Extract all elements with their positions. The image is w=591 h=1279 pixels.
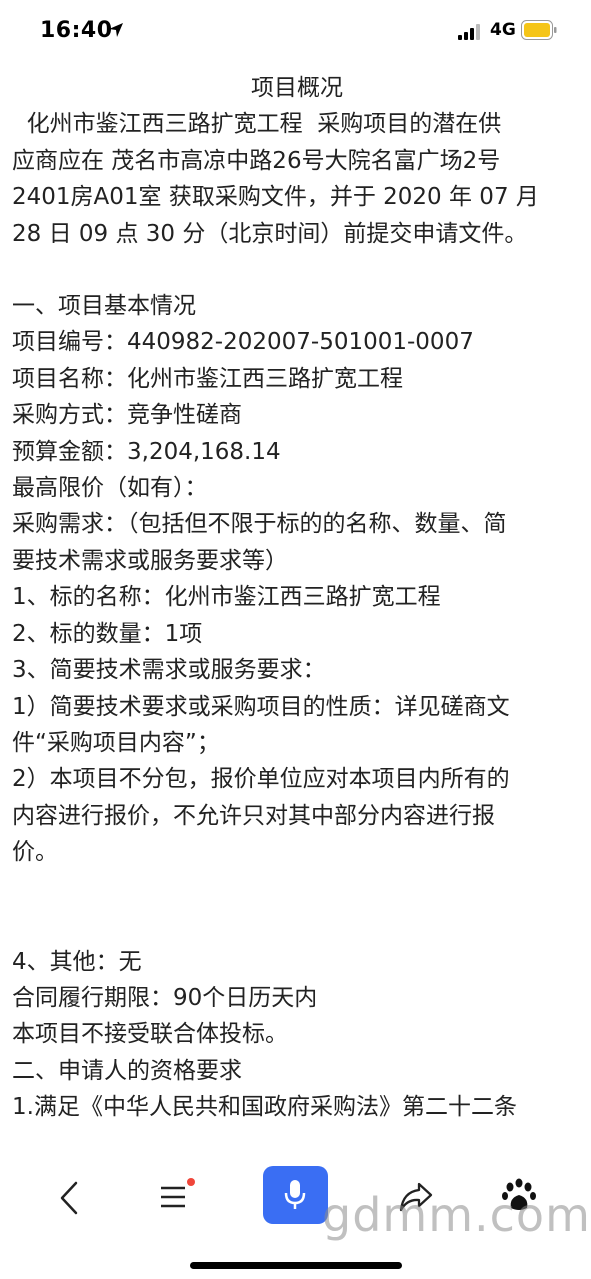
contract-period: 合同履行期限：90个日历天内	[12, 984, 318, 1011]
text-line: 1）简要技术要求或采购项目的性质：详见磋商文	[12, 693, 510, 720]
section-heading: 一、项目基本情况	[12, 293, 196, 320]
text-line: 2401房A01室 获取采购文件，并于 2020 年 07 月	[12, 184, 539, 211]
status-bar: 16:40 4G	[0, 0, 591, 64]
text-line: 4、其他：无	[12, 948, 142, 975]
page-title: 项目概况	[251, 75, 343, 101]
intro-paragraph: 化州市鉴江西三路扩宽工程 采购项目的潜在供 应商应在 茂名市高凉中路26号大院名…	[12, 106, 582, 252]
location-arrow-icon	[109, 23, 123, 37]
home-indicator	[190, 1262, 402, 1269]
section-other: 4、其他：无 合同履行期限：90个日历天内 本项目不接受联合体投标。 二、申请人…	[12, 944, 582, 1126]
text-line: 2、标的数量：1项	[12, 620, 203, 647]
article-content: 项目概况 化州市鉴江西三路扩宽工程 采购项目的潜在供 应商应在 茂名市高凉中路2…	[12, 70, 582, 1126]
text-line: 本项目不接受联合体投标。	[12, 1021, 288, 1048]
text-line: 化州市鉴江西三路扩宽工程 采购项目的潜在供	[12, 111, 502, 138]
text-line: 28 日 09 点 30 分（北京时间）前提交申请文件。	[12, 220, 528, 247]
text-line: 3、简要技术需求或服务要求：	[12, 657, 326, 684]
back-icon[interactable]	[56, 1180, 82, 1216]
text-line: 2）本项目不分包，报价单位应对本项目内所有的	[12, 766, 510, 793]
voice-button[interactable]	[263, 1166, 328, 1224]
text-line: 采购需求：（包括但不限于标的的名称、数量、简	[12, 511, 507, 538]
cellular-signal-icon	[458, 24, 480, 40]
project-name: 项目名称：化州市鉴江西三路扩宽工程	[12, 365, 403, 392]
text-line: 价。	[12, 839, 58, 866]
battery-icon	[521, 20, 557, 40]
text-line: 内容进行报价，不允许只对其中部分内容进行报	[12, 802, 495, 829]
procurement-method: 采购方式：竞争性磋商	[12, 402, 242, 429]
text-line: 件“采购项目内容”；	[12, 729, 220, 756]
section-heading: 二、申请人的资格要求	[12, 1057, 242, 1084]
text-line: 应商应在 茂名市高凉中路26号大院名富广场2号	[12, 147, 501, 174]
max-price: 最高限价（如有）：	[12, 475, 208, 502]
microphone-icon	[284, 1180, 306, 1209]
project-number: 项目编号：440982-202007-501001-0007	[12, 329, 474, 356]
notification-dot	[187, 1178, 195, 1186]
text-line: 1、标的名称：化州市鉴江西三路扩宽工程	[12, 584, 441, 611]
status-time: 16:40	[40, 18, 113, 43]
text-line: 1.满足《中华人民共和国政府采购法》第二十二条	[12, 1094, 517, 1121]
watermark: gdmm.com	[322, 1188, 591, 1242]
budget-amount: 预算金额：3,204,168.14	[12, 438, 281, 465]
menu-icon[interactable]	[158, 1182, 190, 1212]
text-line: 要技术需求或服务要求等）	[12, 547, 288, 574]
network-type: 4G	[490, 20, 516, 40]
section-basic-info: 一、项目基本情况 项目编号：440982-202007-501001-0007 …	[12, 288, 582, 871]
